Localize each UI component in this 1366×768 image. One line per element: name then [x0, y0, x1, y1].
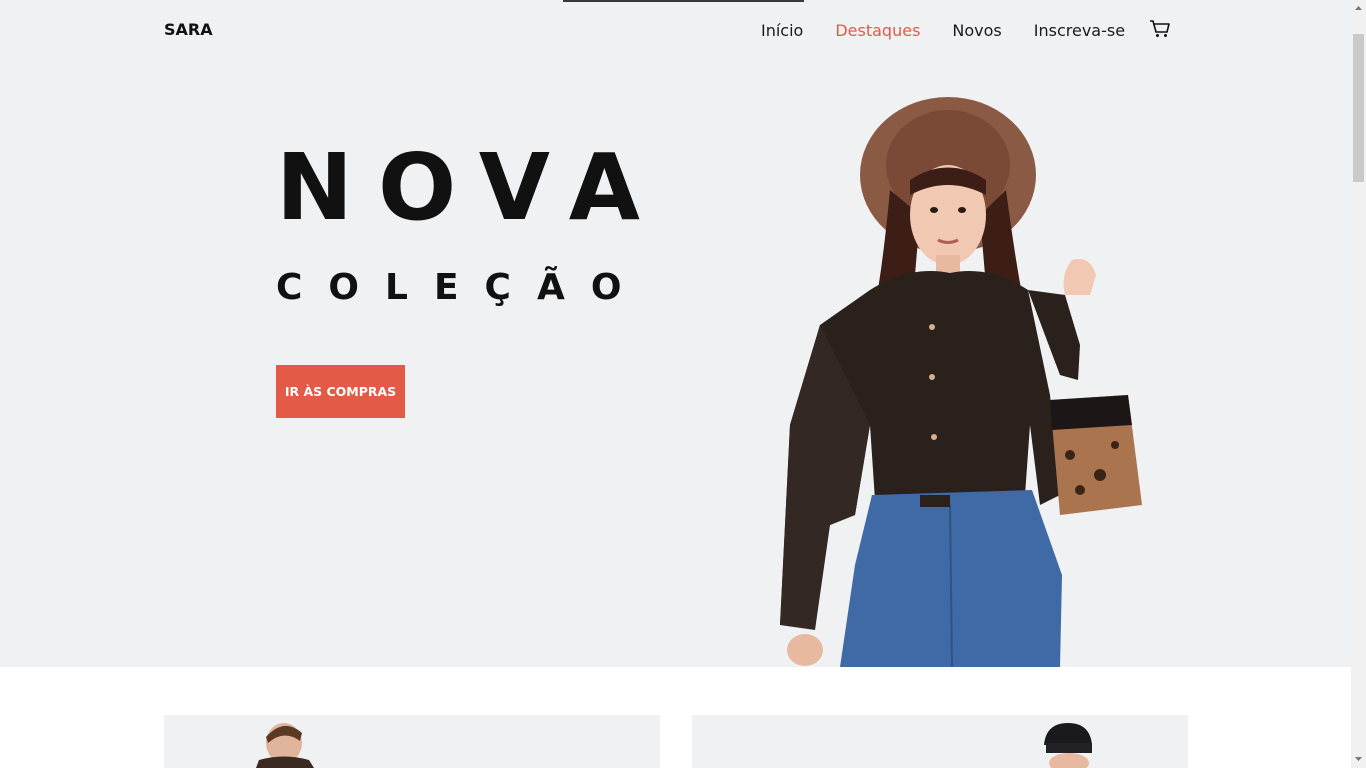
scroll-up-icon[interactable]	[1354, 4, 1363, 13]
hero-subtitle: COLEÇÃO	[276, 267, 648, 308]
collection-card-left[interactable]	[164, 715, 660, 768]
collection-card-right[interactable]	[692, 715, 1188, 768]
nav-item-inicio[interactable]: Início	[761, 20, 803, 42]
person-beanie-photo	[1044, 723, 1092, 768]
cart-icon[interactable]	[1149, 19, 1171, 39]
shop-now-button[interactable]: IR ÀS COMPRAS	[276, 365, 405, 418]
nav-menu: Início Destaques Novos Inscreva-se	[761, 20, 1157, 42]
scrollbar-thumb[interactable]	[1353, 34, 1364, 182]
man-photo	[256, 723, 314, 768]
nav-item-novos[interactable]: Novos	[952, 20, 1001, 42]
hero-section: SARA Início Destaques Novos Inscreva-se …	[0, 0, 1351, 667]
nav-item-destaques[interactable]: Destaques	[835, 20, 920, 42]
navbar: SARA Início Destaques Novos Inscreva-se	[0, 0, 1351, 62]
nav-item-inscreva-se[interactable]: Inscreva-se	[1034, 20, 1125, 42]
hero-title: NOVA	[276, 134, 665, 241]
scroll-down-icon[interactable]	[1354, 754, 1363, 763]
brand-logo[interactable]: SARA	[164, 20, 213, 39]
model-photo	[780, 97, 1142, 667]
